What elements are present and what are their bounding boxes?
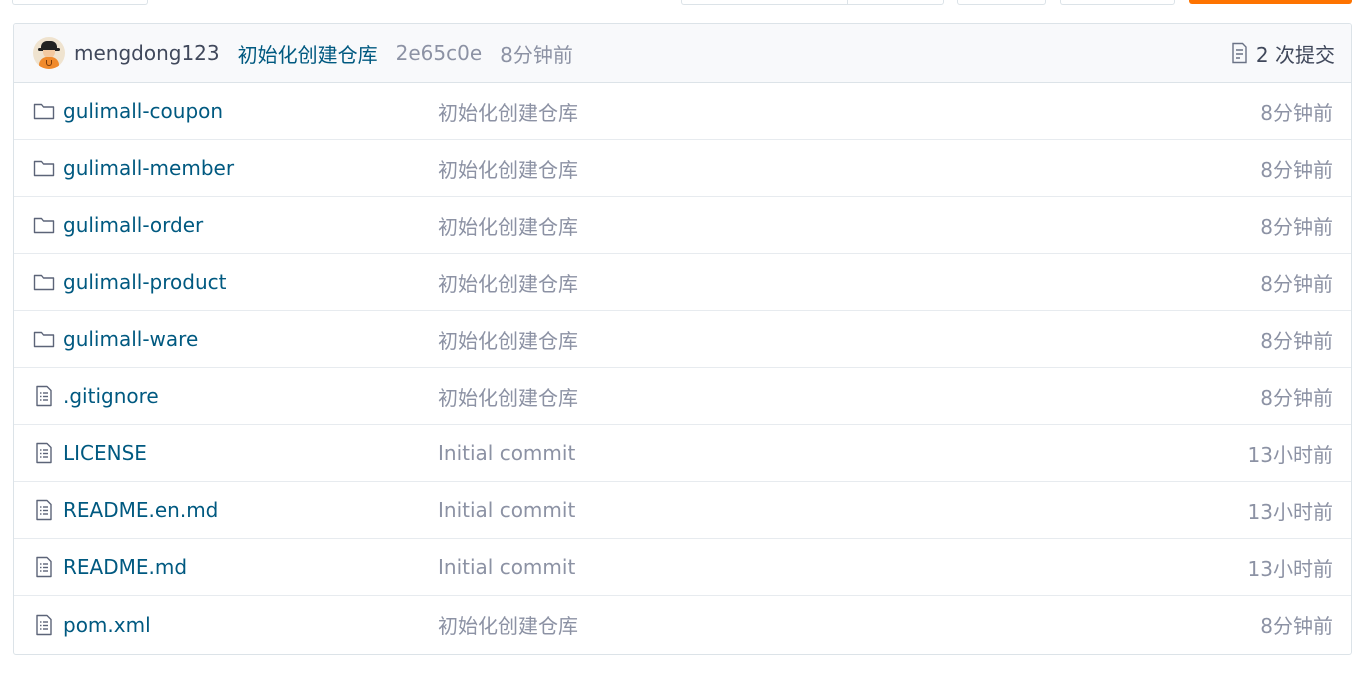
file-list: gulimall-coupon 初始化创建仓库 8分钟前 gulimall-memb… — [14, 83, 1351, 653]
file-row[interactable]: README.en.md Initial commit 13小时前 — [14, 482, 1351, 539]
latest-commit-bar: mengdong123 初始化创建仓库 2e65c0e 8分钟前 2 次提交 — [14, 24, 1351, 83]
file-link[interactable]: .gitignore — [63, 384, 159, 408]
file-name-cell: gulimall-product — [33, 270, 438, 294]
file-commit-message[interactable]: 初始化创建仓库 — [438, 382, 1260, 411]
commit-list-icon — [1232, 42, 1247, 64]
file-row[interactable]: gulimall-ware 初始化创建仓库 8分钟前 — [14, 311, 1351, 368]
folder-icon — [33, 274, 55, 291]
file-row[interactable]: README.md Initial commit 13小时前 — [14, 539, 1351, 596]
folder-icon — [33, 217, 55, 234]
file-row[interactable]: gulimall-product 初始化创建仓库 8分钟前 — [14, 254, 1351, 311]
commit-author[interactable]: mengdong123 — [74, 41, 220, 65]
file-commit-message[interactable]: 初始化创建仓库 — [438, 211, 1260, 240]
file-row[interactable]: .gitignore 初始化创建仓库 8分钟前 — [14, 368, 1351, 425]
avatar[interactable] — [33, 37, 65, 69]
file-commit-time: 8分钟前 — [1260, 271, 1333, 296]
file-row[interactable]: gulimall-member 初始化创建仓库 8分钟前 — [14, 140, 1351, 197]
file-icon — [36, 556, 52, 578]
file-name-cell: pom.xml — [33, 613, 438, 637]
folder-link[interactable]: gulimall-member — [63, 156, 234, 180]
top-button-partial[interactable] — [957, 0, 1046, 5]
file-commit-time: 8分钟前 — [1260, 614, 1333, 638]
file-commit-message[interactable]: 初始化创建仓库 — [438, 154, 1260, 183]
file-row[interactable]: pom.xml 初始化创建仓库 8分钟前 — [14, 596, 1351, 653]
file-icon — [36, 614, 52, 635]
file-commit-message[interactable]: 初始化创建仓库 — [438, 610, 1260, 639]
file-commit-message[interactable]: 初始化创建仓库 — [438, 97, 1260, 126]
file-icon — [36, 499, 52, 521]
file-link[interactable]: README.en.md — [63, 498, 218, 522]
commits-count-label: 2 次提交 — [1255, 42, 1335, 67]
file-commit-message[interactable]: Initial commit — [438, 498, 1248, 522]
file-name-cell: gulimall-member — [33, 156, 438, 180]
folder-link[interactable]: gulimall-ware — [63, 327, 198, 351]
file-commit-message[interactable]: Initial commit — [438, 555, 1248, 579]
file-commit-message[interactable]: Initial commit — [438, 441, 1248, 465]
file-row[interactable]: gulimall-order 初始化创建仓库 8分钟前 — [14, 197, 1351, 254]
file-row[interactable]: gulimall-coupon 初始化创建仓库 8分钟前 — [14, 83, 1351, 140]
folder-icon — [33, 331, 55, 348]
file-link[interactable]: pom.xml — [63, 613, 151, 637]
top-button-group-partial[interactable] — [681, 0, 944, 5]
file-name-cell: gulimall-ware — [33, 327, 438, 351]
file-commit-time: 8分钟前 — [1260, 328, 1333, 353]
file-link[interactable]: LICENSE — [63, 441, 147, 465]
file-row[interactable]: LICENSE Initial commit 13小时前 — [14, 425, 1351, 482]
commits-count-link[interactable]: 2 次提交 — [1230, 39, 1335, 68]
commit-message[interactable]: 初始化创建仓库 — [238, 39, 378, 68]
file-name-cell: gulimall-coupon — [33, 99, 438, 123]
file-commit-time: 13小时前 — [1247, 442, 1333, 467]
file-commit-time: 13小时前 — [1247, 499, 1333, 524]
top-button-partial[interactable] — [1060, 0, 1175, 5]
folder-icon — [33, 103, 55, 120]
file-icon — [36, 442, 52, 464]
folder-link[interactable]: gulimall-product — [63, 270, 226, 294]
folder-link[interactable]: gulimall-order — [63, 213, 203, 237]
file-commit-time: 8分钟前 — [1260, 100, 1333, 125]
file-link[interactable]: README.md — [63, 555, 187, 579]
file-commit-message[interactable]: 初始化创建仓库 — [438, 268, 1260, 297]
file-name-cell: .gitignore — [33, 384, 438, 408]
file-name-cell: README.md — [33, 555, 438, 579]
folder-link[interactable]: gulimall-coupon — [63, 99, 223, 123]
folder-icon — [33, 160, 55, 177]
top-button-partial[interactable] — [12, 0, 148, 5]
file-commit-time: 8分钟前 — [1260, 385, 1333, 410]
file-commit-message[interactable]: 初始化创建仓库 — [438, 325, 1260, 354]
file-commit-time: 8分钟前 — [1260, 214, 1333, 239]
file-commit-time: 8分钟前 — [1260, 157, 1333, 182]
file-name-cell: gulimall-order — [33, 213, 438, 237]
file-commit-time: 13小时前 — [1247, 556, 1333, 581]
file-name-cell: LICENSE — [33, 441, 438, 465]
file-name-cell: README.en.md — [33, 498, 438, 522]
clone-download-button-partial[interactable] — [1189, 0, 1352, 4]
repo-file-browser: mengdong123 初始化创建仓库 2e65c0e 8分钟前 2 次提交 g… — [13, 23, 1352, 655]
commit-sha[interactable]: 2e65c0e — [396, 41, 483, 65]
commit-time: 8分钟前 — [500, 42, 573, 67]
file-icon — [36, 385, 52, 407]
